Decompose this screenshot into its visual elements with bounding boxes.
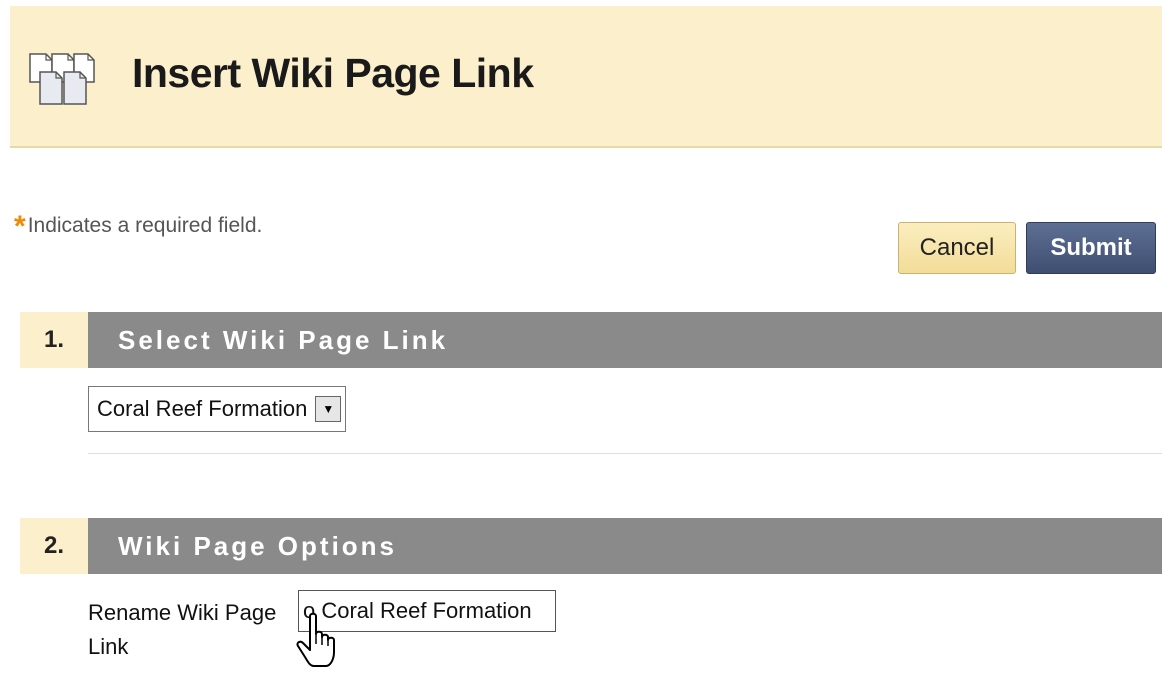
page-header: Insert Wiki Page Link xyxy=(10,6,1162,148)
section-number: 2. xyxy=(20,518,88,574)
required-star-icon: * xyxy=(14,210,26,243)
section-title: Wiki Page Options xyxy=(88,518,1162,574)
required-note-text: Indicates a required field. xyxy=(27,214,263,237)
hand-cursor-icon xyxy=(296,612,335,667)
wiki-page-select-value: Coral Reef Formation xyxy=(97,396,308,421)
section-header-page-options: 2. Wiki Page Options xyxy=(20,518,1162,574)
wiki-page-select[interactable]: Coral Reef Formation ▼ xyxy=(88,386,347,432)
section-number: 1. xyxy=(20,312,88,368)
section-header-select-link: 1. Select Wiki Page Link xyxy=(20,312,1162,368)
page-title: Insert Wiki Page Link xyxy=(132,50,534,96)
chevron-down-icon[interactable]: ▼ xyxy=(315,396,342,422)
section-divider xyxy=(88,453,1162,454)
section-title: Select Wiki Page Link xyxy=(88,312,1162,368)
wiki-pages-icon xyxy=(29,53,95,105)
cancel-button[interactable]: Cancel xyxy=(898,222,1016,274)
required-field-note: *Indicates a required field. xyxy=(14,210,262,244)
submit-button[interactable]: Submit xyxy=(1026,222,1156,274)
rename-link-label: Rename Wiki Page Link xyxy=(88,600,277,659)
